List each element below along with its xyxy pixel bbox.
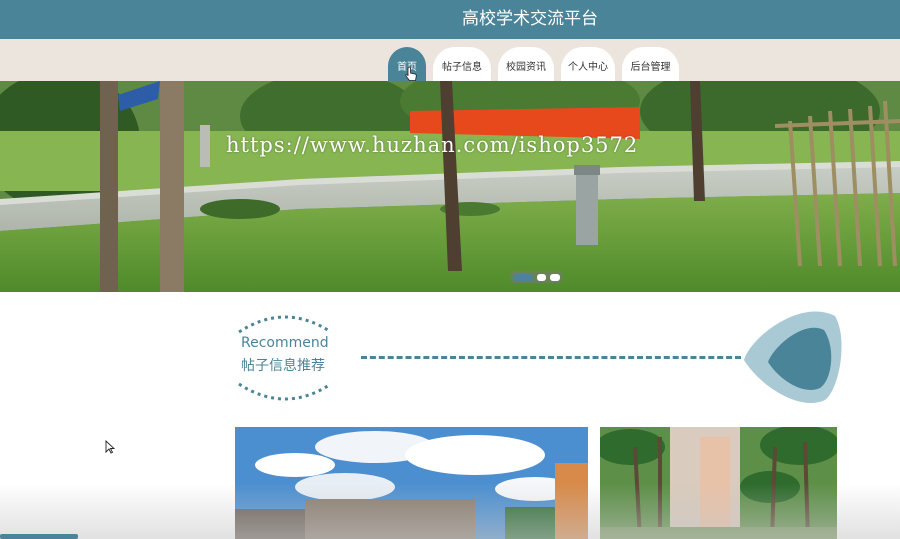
recommend-title-cn: 帖子信息推荐 [241, 358, 325, 374]
nav-item-campus-news[interactable]: 校园资讯 [498, 47, 554, 81]
card-2-image [600, 427, 837, 539]
recommend-divider-line [361, 356, 741, 359]
nav-bar: 首页 帖子信息 校园资讯 个人中心 后台管理 [0, 39, 900, 81]
carousel-dots [510, 271, 563, 283]
card-1-image [235, 427, 588, 539]
carousel-dot-2[interactable] [536, 273, 547, 281]
banner-image [0, 81, 900, 292]
top-header-bar: 高校学术交流平台 [0, 0, 900, 39]
site-title: 高校学术交流平台 [462, 9, 598, 29]
recommend-card-1[interactable] [235, 427, 588, 539]
nav-item-admin[interactable]: 后台管理 [622, 47, 679, 81]
recommend-card-2[interactable] [600, 427, 837, 539]
recommend-arc-top [238, 315, 332, 334]
carousel-dot-3[interactable] [550, 273, 560, 281]
hand-pointer-icon [405, 66, 417, 81]
mouse-pointer-icon [105, 440, 115, 454]
nav-item-posts[interactable]: 帖子信息 [433, 47, 491, 81]
watermark-text: https://www.huzhan.com/ishop3572 [226, 133, 639, 157]
carousel-dot-1[interactable] [513, 273, 533, 281]
banner-carousel[interactable]: https://www.huzhan.com/ishop3572 [0, 81, 900, 292]
horizontal-scroll-thumb[interactable] [0, 534, 78, 539]
nav-item-personal-center[interactable]: 个人中心 [561, 47, 615, 81]
recommend-title-en: Recommend [241, 335, 329, 351]
recommend-arc-bottom [238, 382, 332, 401]
recommend-decor-shape [744, 311, 842, 404]
main-nav: 首页 帖子信息 校园资讯 个人中心 后台管理 [388, 47, 679, 81]
